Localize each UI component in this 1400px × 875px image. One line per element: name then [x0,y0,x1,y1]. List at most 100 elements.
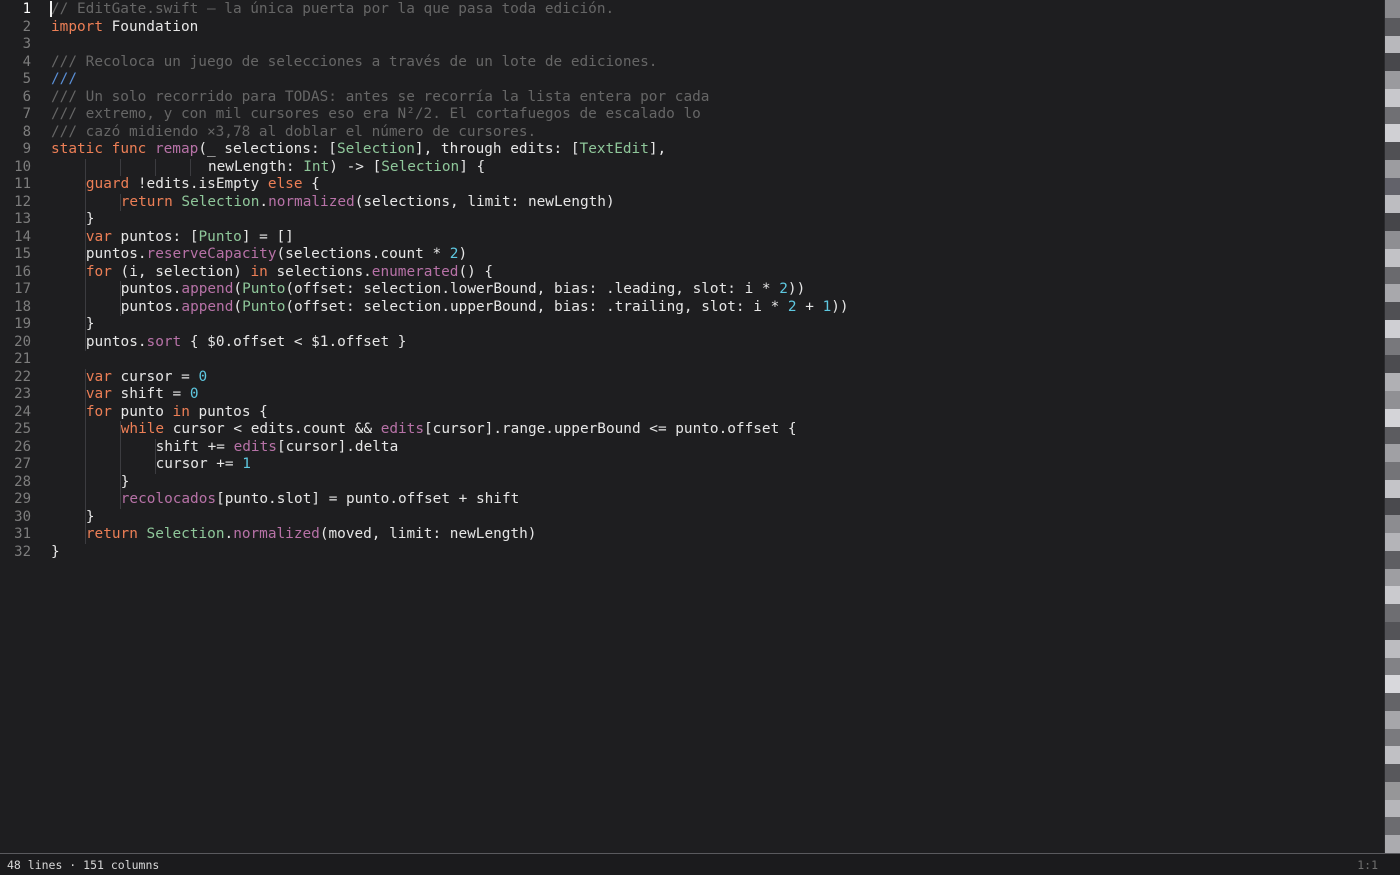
minimap-segment[interactable] [1385,71,1400,90]
minimap-segment[interactable] [1385,604,1400,623]
minimap-segment[interactable] [1385,479,1400,498]
minimap-segment[interactable] [1385,515,1400,534]
code-line[interactable]: 21 [0,351,1384,369]
code-line[interactable]: 15 puntos.reserveCapacity(selections.coun… [0,246,1384,264]
code-line[interactable]: 10 newLength: Int) -> [Selection] { [0,158,1384,177]
cursor-position[interactable]: 1:1 [1357,858,1378,872]
code-line[interactable]: 14 var puntos: [Punto] = [] [0,228,1384,246]
minimap-segment[interactable] [1385,462,1400,481]
line-code[interactable]: for punto in puntos { [86,404,268,422]
code-line[interactable]: 31 return Selection.normalized(moved, lim… [0,526,1384,544]
line-code[interactable]: /// extremo, y con mil cursores eso era … [51,106,701,124]
minimap-segment[interactable] [1385,675,1400,694]
minimap-segment[interactable] [1385,142,1400,161]
minimap-segment[interactable] [1385,426,1400,445]
line-code[interactable]: puntos.sort { $0.offset < $1.offset } [86,334,407,352]
minimap-segment[interactable] [1385,337,1400,356]
code-line[interactable]: 2 import Foundation [0,19,1384,37]
code-line[interactable]: 11 guard !edits.isEmpty else { [0,176,1384,194]
minimap-segment[interactable] [1385,586,1400,605]
line-code[interactable]: /// Recoloca un juego de selecciones a t… [51,54,657,72]
line-code[interactable]: } [86,509,95,527]
line-code[interactable]: puntos.reserveCapacity(selections.count … [86,246,467,264]
minimap-scrollbar[interactable] [1384,0,1400,854]
code-editor[interactable]: 1 // EditGate.swift — la única puerta por… [0,0,1384,853]
code-line[interactable]: 4 /// Recoloca un juego de selecciones a … [0,54,1384,72]
minimap-segment[interactable] [1385,355,1400,374]
minimap-segment[interactable] [1385,35,1400,54]
code-lines[interactable]: 1 // EditGate.swift — la única puerta por… [0,1,1384,561]
line-code[interactable]: /// Un solo recorrido para TODAS: antes … [51,89,709,107]
minimap-segment[interactable] [1385,799,1400,818]
minimap-segment[interactable] [1385,550,1400,569]
line-code[interactable]: // EditGate.swift — la única puerta por … [51,1,614,19]
minimap-segment[interactable] [1385,159,1400,178]
minimap-segment[interactable] [1385,764,1400,783]
line-code[interactable]: /// [51,71,77,89]
code-line[interactable]: 12 return Selection.normalized(selections… [0,193,1384,212]
line-code[interactable]: } [121,474,130,492]
minimap-segment[interactable] [1385,213,1400,232]
minimap-segment[interactable] [1385,639,1400,658]
minimap-segment[interactable] [1385,835,1400,854]
minimap-segment[interactable] [1385,302,1400,321]
code-line[interactable]: 17 puntos.append(Punto(offset: selection.… [0,281,1384,299]
line-code[interactable]: cursor += 1 [156,456,251,474]
line-code[interactable]: } [51,544,60,562]
line-code[interactable]: shift += edits[cursor].delta [156,439,399,457]
minimap-segment[interactable] [1385,408,1400,427]
minimap-segment[interactable] [1385,621,1400,640]
code-line[interactable]: 20 puntos.sort { $0.offset < $1.offset } [0,333,1384,352]
minimap-segment[interactable] [1385,88,1400,107]
line-code[interactable]: return Selection.normalized(moved, limit… [86,526,537,544]
code-line[interactable]: 13} [0,211,1384,229]
minimap-segment[interactable] [1385,444,1400,463]
minimap-segment[interactable] [1385,177,1400,196]
minimap-segment[interactable] [1385,728,1400,747]
code-line[interactable]: 16 for (i, selection) in selections.enume… [0,263,1384,281]
minimap-segment[interactable] [1385,568,1400,587]
code-line[interactable]: 27 cursor += 1 [0,456,1384,474]
line-code[interactable]: } [86,211,95,229]
code-line[interactable]: 1 // EditGate.swift — la única puerta por… [0,1,1384,19]
line-code[interactable]: puntos.append(Punto(offset: selection.lo… [121,281,805,299]
line-code[interactable]: newLength: Int) -> [Selection] { [208,159,485,177]
line-code[interactable]: recolocados[punto.slot] = punto.offset +… [121,491,520,509]
code-line[interactable]: 29 recolocados[punto.slot] = punto.offset… [0,491,1384,509]
minimap-segment[interactable] [1385,781,1400,800]
minimap-segment[interactable] [1385,373,1400,392]
minimap-segment[interactable] [1385,746,1400,765]
line-code[interactable]: /// cazó midiendo ×3,78 al doblar el núm… [51,124,536,142]
minimap-segment[interactable] [1385,693,1400,712]
line-code[interactable]: var cursor = 0 [86,369,207,387]
line-code[interactable]: while cursor < edits.count && edits[curs… [121,421,797,439]
code-line[interactable]: 9 static func remap(_ selections: [Select… [0,141,1384,159]
line-code[interactable]: import Foundation [51,19,198,37]
code-line[interactable]: 6 /// Un solo recorrido para TODAS: antes… [0,89,1384,107]
line-code[interactable]: var shift = 0 [86,386,199,404]
code-line[interactable]: 3 [0,36,1384,54]
code-line[interactable]: 7 /// extremo, y con mil cursores eso era… [0,106,1384,124]
minimap-segment[interactable] [1385,195,1400,214]
line-code[interactable]: } [86,316,95,334]
line-code[interactable]: guard !edits.isEmpty else { [86,176,320,194]
minimap-segment[interactable] [1385,284,1400,303]
line-code[interactable]: puntos.append(Punto(offset: selection.up… [121,299,849,317]
minimap-segment[interactable] [1385,817,1400,836]
code-line[interactable]: 8 /// cazó midiendo ×3,78 al doblar el nú… [0,124,1384,142]
minimap-segment[interactable] [1385,124,1400,143]
code-line[interactable]: 32} [0,544,1384,562]
code-line[interactable]: 18 puntos.append(Punto(offset: selection.… [0,298,1384,317]
code-line[interactable]: 19} [0,316,1384,334]
minimap-segment[interactable] [1385,657,1400,676]
code-line[interactable]: 28} [0,473,1384,492]
minimap-segment[interactable] [1385,53,1400,72]
line-code[interactable]: return Selection.normalized(selections, … [121,194,615,212]
minimap-segment[interactable] [1385,0,1400,18]
minimap-segment[interactable] [1385,533,1400,552]
code-line[interactable]: 26 shift += edits[cursor].delta [0,438,1384,457]
minimap-segment[interactable] [1385,319,1400,338]
minimap-segment[interactable] [1385,497,1400,516]
code-line[interactable]: 23 var shift = 0 [0,386,1384,404]
minimap-segment[interactable] [1385,231,1400,250]
